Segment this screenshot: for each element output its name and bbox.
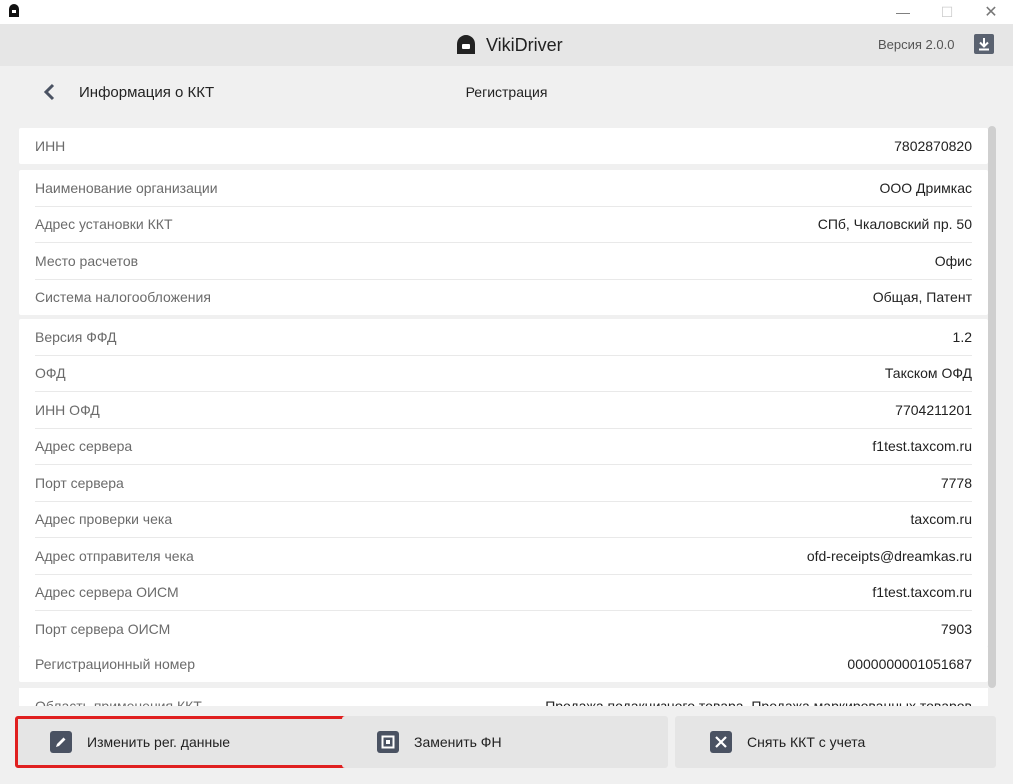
section-application-area: Область применения ККТ Продажа подакцизно… — [19, 688, 988, 706]
field-value: 7704211201 — [895, 401, 972, 418]
info-row: Порт сервера ОИСМ 7903 — [35, 611, 972, 647]
info-row: Адрес сервера ОИСМ f1test.taxcom.ru — [35, 575, 972, 611]
field-value: Общая, Патент — [872, 289, 972, 306]
info-row: Наименование организации ООО Дримкас — [35, 170, 972, 207]
field-label: Адрес установки ККТ — [35, 216, 173, 233]
field-label: Область применения ККТ — [35, 698, 202, 706]
pencil-icon — [50, 731, 72, 753]
field-value: taxcom.ru — [910, 511, 972, 528]
replace-fn-button[interactable]: Заменить ФН — [342, 716, 668, 768]
app-brand: VikiDriver — [454, 33, 563, 57]
field-label: Система налогообложения — [35, 289, 211, 306]
field-value: Продажа подакцизного товара, Продажа мар… — [545, 698, 972, 706]
info-row: ИНН 7802870820 — [35, 128, 972, 164]
field-value: 7778 — [940, 474, 972, 491]
field-label: Регистрационный номер — [35, 655, 195, 672]
section-inn: ИНН 7802870820 — [19, 128, 988, 164]
field-label: Порт сервера — [35, 474, 124, 491]
info-row: Адрес отправителя чека ofd-receipts@dream… — [35, 538, 972, 575]
field-label: Порт сервера ОИСМ — [35, 620, 171, 637]
field-value: 0000000001051687 — [847, 655, 972, 672]
replace-fn-label: Заменить ФН — [414, 734, 502, 750]
action-bar: Изменить рег. данные Заменить ФН Снять К… — [0, 706, 1013, 784]
version-label: Версия 2.0.0 — [878, 37, 955, 52]
info-row: Версия ФФД 1.2 — [35, 319, 972, 356]
section-organization: Наименование организации ООО Дримкас Адре… — [19, 170, 988, 315]
chip-icon — [377, 731, 399, 753]
info-row: ОФД Такском ОФД — [35, 356, 972, 392]
close-icon — [710, 731, 732, 753]
field-value: Такском ОФД — [884, 365, 972, 382]
close-window-button[interactable]: ✕ — [968, 0, 1013, 24]
app-title: VikiDriver — [486, 34, 563, 55]
edit-registration-button[interactable]: Изменить рег. данные — [15, 716, 348, 768]
section-ofd: Версия ФФД 1.2 ОФД Такском ОФД ИНН ОФД 7704… — [19, 319, 988, 647]
field-value: ООО Дримкас — [879, 179, 973, 196]
info-row: Адрес установки ККТ СПб, Чкаловский пр. 5… — [35, 207, 972, 243]
field-label: Версия ФФД — [35, 328, 117, 345]
field-label: Адрес сервера ОИСМ — [35, 584, 179, 601]
info-row: Адрес проверки чека taxcom.ru — [35, 502, 972, 538]
info-row: Порт сервера 7778 — [35, 465, 972, 502]
field-label: Наименование организации — [35, 179, 218, 196]
maximize-button[interactable]: ☐ — [924, 0, 970, 24]
field-value: f1test.taxcom.ru — [872, 584, 972, 601]
minimize-button[interactable]: — — [880, 0, 926, 24]
field-value: СПб, Чкаловский пр. 50 — [817, 216, 972, 233]
deregister-kkt-button[interactable]: Снять ККТ с учета — [675, 716, 996, 768]
app-logo-icon — [9, 4, 19, 17]
field-label: Адрес проверки чека — [35, 511, 173, 528]
deregister-kkt-label: Снять ККТ с учета — [747, 734, 866, 750]
scrollbar[interactable] — [988, 126, 996, 688]
field-value: ofd-receipts@dreamkas.ru — [806, 547, 972, 564]
info-row: Система налогообложения Общая, Патент — [35, 280, 972, 316]
info-row: Место расчетов Офис — [35, 243, 972, 280]
field-value: f1test.taxcom.ru — [872, 438, 972, 455]
download-icon[interactable] — [974, 34, 994, 54]
field-label: ИНН — [35, 137, 66, 154]
info-row: ИНН ОФД 7704211201 — [35, 392, 972, 429]
field-value: 7903 — [940, 620, 972, 637]
info-row: Регистрационный номер 0000000001051687 — [35, 646, 972, 682]
field-value: 7802870820 — [894, 137, 972, 154]
sub-header: Информация о ККТ Регистрация — [0, 66, 1013, 120]
field-label: Адрес отправителя чека — [35, 547, 194, 564]
field-label: ИНН ОФД — [35, 401, 100, 418]
info-row: Область применения ККТ Продажа подакцизно… — [35, 688, 972, 706]
field-label: Место расчетов — [35, 252, 139, 269]
app-header: VikiDriver Версия 2.0.0 — [0, 24, 1013, 66]
section-registration: Регистрационный номер 0000000001051687 — [19, 646, 988, 682]
title-bar: — ☐ ✕ — [0, 0, 1013, 24]
vikidriver-logo-icon — [457, 35, 475, 54]
info-row: Адрес сервера f1test.taxcom.ru — [35, 429, 972, 465]
page-title: Регистрация — [465, 84, 548, 100]
field-label: ОФД — [35, 365, 66, 382]
field-value: 1.2 — [952, 328, 972, 345]
edit-registration-label: Изменить рег. данные — [87, 734, 231, 750]
field-label: Адрес сервера — [35, 438, 133, 455]
field-value: Офис — [934, 252, 972, 269]
